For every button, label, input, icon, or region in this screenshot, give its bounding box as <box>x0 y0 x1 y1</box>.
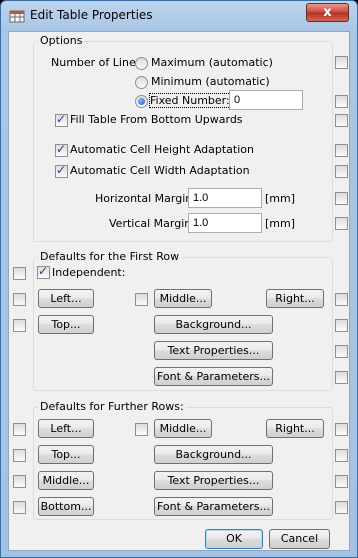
vertical-margin-label: Vertical Margin: <box>109 217 195 230</box>
radio-maximum[interactable] <box>135 57 148 70</box>
first-row-side-checkbox-right-2[interactable] <box>335 319 348 332</box>
options-group: Options <box>33 34 333 242</box>
first-row-side-checkbox-left-2[interactable] <box>13 293 26 306</box>
cancel-button[interactable]: Cancel <box>269 529 330 549</box>
further-rows-side-checkbox-left-3[interactable] <box>13 475 26 488</box>
vertical-margin-input[interactable] <box>188 213 262 233</box>
option-side-checkbox-2[interactable] <box>335 95 348 108</box>
ok-button[interactable]: OK <box>205 529 263 549</box>
further-rows-side-checkbox-right-2[interactable] <box>335 449 348 462</box>
radio-minimum-label[interactable]: Minimum (automatic) <box>151 75 270 88</box>
further-rows-group-title: Defaults for Further Rows: <box>38 400 186 413</box>
first-row-group-title: Defaults for the First Row <box>38 250 182 263</box>
first-row-middle-button[interactable]: Middle... <box>154 289 212 308</box>
option-side-checkbox-3[interactable] <box>335 114 348 127</box>
horizontal-margin-input[interactable] <box>188 188 262 208</box>
further-rows-bottom-button[interactable]: Bottom... <box>38 497 94 516</box>
further-rows-top-button[interactable]: Top... <box>38 445 94 464</box>
fill-from-bottom-checkbox[interactable] <box>55 112 68 127</box>
first-row-side-checkbox-right-1[interactable] <box>335 293 348 306</box>
independent-label[interactable]: Independent: <box>52 266 125 279</box>
horizontal-margin-unit: [mm] <box>265 192 296 205</box>
first-row-side-checkbox-right-3[interactable] <box>335 345 348 358</box>
window-title: Edit Table Properties <box>30 8 153 22</box>
auto-width-checkbox[interactable] <box>55 163 68 178</box>
title-bar[interactable]: Edit Table Properties x <box>1 1 357 31</box>
first-row-side-checkbox-right-4[interactable] <box>335 371 348 384</box>
first-row-side-checkbox-left-3[interactable] <box>13 319 26 332</box>
radio-minimum[interactable] <box>135 76 148 89</box>
further-rows-side-checkbox-right-1[interactable] <box>335 423 348 436</box>
further-rows-middle-checkbox[interactable] <box>135 423 148 436</box>
radio-fixed-number-label[interactable]: Fixed Number: <box>149 93 231 108</box>
further-rows-font-parameters-button[interactable]: Font & Parameters... <box>154 497 273 516</box>
further-rows-side-checkbox-right-4[interactable] <box>335 501 348 514</box>
auto-height-checkbox[interactable] <box>55 142 68 157</box>
auto-width-label[interactable]: Automatic Cell Width Adaptation <box>70 164 250 177</box>
further-rows-left-button[interactable]: Left... <box>38 419 94 438</box>
dialog-window: Edit Table Properties x Options Number o… <box>0 0 358 558</box>
further-rows-right-button[interactable]: Right... <box>266 419 324 438</box>
first-row-middle-checkbox[interactable] <box>135 293 148 306</box>
further-rows-side-checkbox-left-4[interactable] <box>13 501 26 514</box>
further-rows-side-checkbox-right-3[interactable] <box>335 475 348 488</box>
option-side-checkbox-6[interactable] <box>335 192 348 205</box>
fixed-number-input[interactable] <box>229 90 303 110</box>
option-side-checkbox-1[interactable] <box>335 56 348 69</box>
radio-maximum-label[interactable]: Maximum (automatic) <box>151 56 273 69</box>
close-button[interactable]: x <box>306 3 349 22</box>
option-side-checkbox-5[interactable] <box>335 165 348 178</box>
vertical-margin-unit: [mm] <box>265 217 296 230</box>
horizontal-margin-label: Horizontal Margin: <box>95 192 196 205</box>
first-row-side-checkbox-left-1[interactable] <box>13 267 26 280</box>
radio-fixed-number[interactable] <box>135 95 148 108</box>
option-side-checkbox-7[interactable] <box>335 217 348 230</box>
first-row-text-properties-button[interactable]: Text Properties... <box>154 341 273 360</box>
further-rows-side-checkbox-left-1[interactable] <box>13 423 26 436</box>
first-row-background-button[interactable]: Background... <box>154 315 273 334</box>
auto-height-label[interactable]: Automatic Cell Height Adaptation <box>70 143 254 156</box>
independent-checkbox[interactable] <box>37 264 50 279</box>
number-of-lines-label: Number of Lines: <box>51 56 146 69</box>
fill-from-bottom-label[interactable]: Fill Table From Bottom Upwards <box>70 113 243 126</box>
first-row-right-button[interactable]: Right... <box>266 289 324 308</box>
option-side-checkbox-4[interactable] <box>335 144 348 157</box>
first-row-font-parameters-button[interactable]: Font & Parameters... <box>154 367 273 386</box>
first-row-left-button[interactable]: Left... <box>38 289 94 308</box>
further-rows-middle-v-button[interactable]: Middle... <box>38 471 94 490</box>
further-rows-background-button[interactable]: Background... <box>154 445 273 464</box>
dialog-client-area: Options Number of Lines: Maximum (automa… <box>8 31 350 551</box>
further-rows-side-checkbox-left-2[interactable] <box>13 449 26 462</box>
further-rows-text-properties-button[interactable]: Text Properties... <box>154 471 273 490</box>
options-group-title: Options <box>38 34 85 47</box>
further-rows-middle-h-button[interactable]: Middle... <box>154 419 212 438</box>
first-row-top-button[interactable]: Top... <box>38 315 94 334</box>
table-app-icon <box>9 8 25 24</box>
